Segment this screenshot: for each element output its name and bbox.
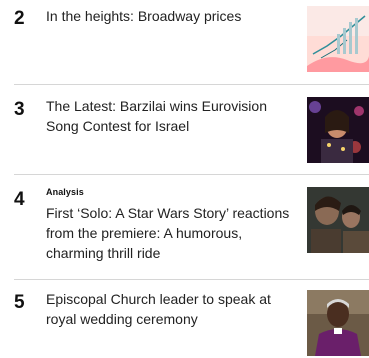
broadway-prices-chart-image[interactable] (307, 6, 369, 72)
headline-link[interactable]: In the heights: Broadway prices (46, 6, 298, 26)
list-item[interactable]: 3 The Latest: Barzilai wins Eurovision S… (0, 85, 369, 173)
rank-number: 2 (14, 8, 25, 29)
rank-number: 4 (14, 189, 25, 210)
rank-number: 3 (14, 99, 25, 120)
headline-link[interactable]: Episcopal Church leader to speak at roya… (46, 289, 298, 329)
list-item[interactable]: 5 Episcopal Church leader to speak at ro… (0, 280, 369, 358)
analysis-label: Analysis (46, 187, 84, 197)
eurovision-performer-image[interactable] (307, 97, 369, 163)
solo-movie-still-image[interactable] (307, 187, 369, 253)
headline-link[interactable]: The Latest: Barzilai wins Eurovision Son… (46, 96, 298, 136)
list-item[interactable]: 4 Analysis First ‘Solo: A Star Wars Stor… (0, 175, 369, 279)
headline-link[interactable]: First ‘Solo: A Star Wars Story’ reaction… (46, 203, 298, 263)
list-item[interactable]: 2 In the heights: Broadway prices (0, 0, 369, 84)
church-leader-portrait-image[interactable] (307, 290, 369, 356)
rank-number: 5 (14, 292, 25, 313)
